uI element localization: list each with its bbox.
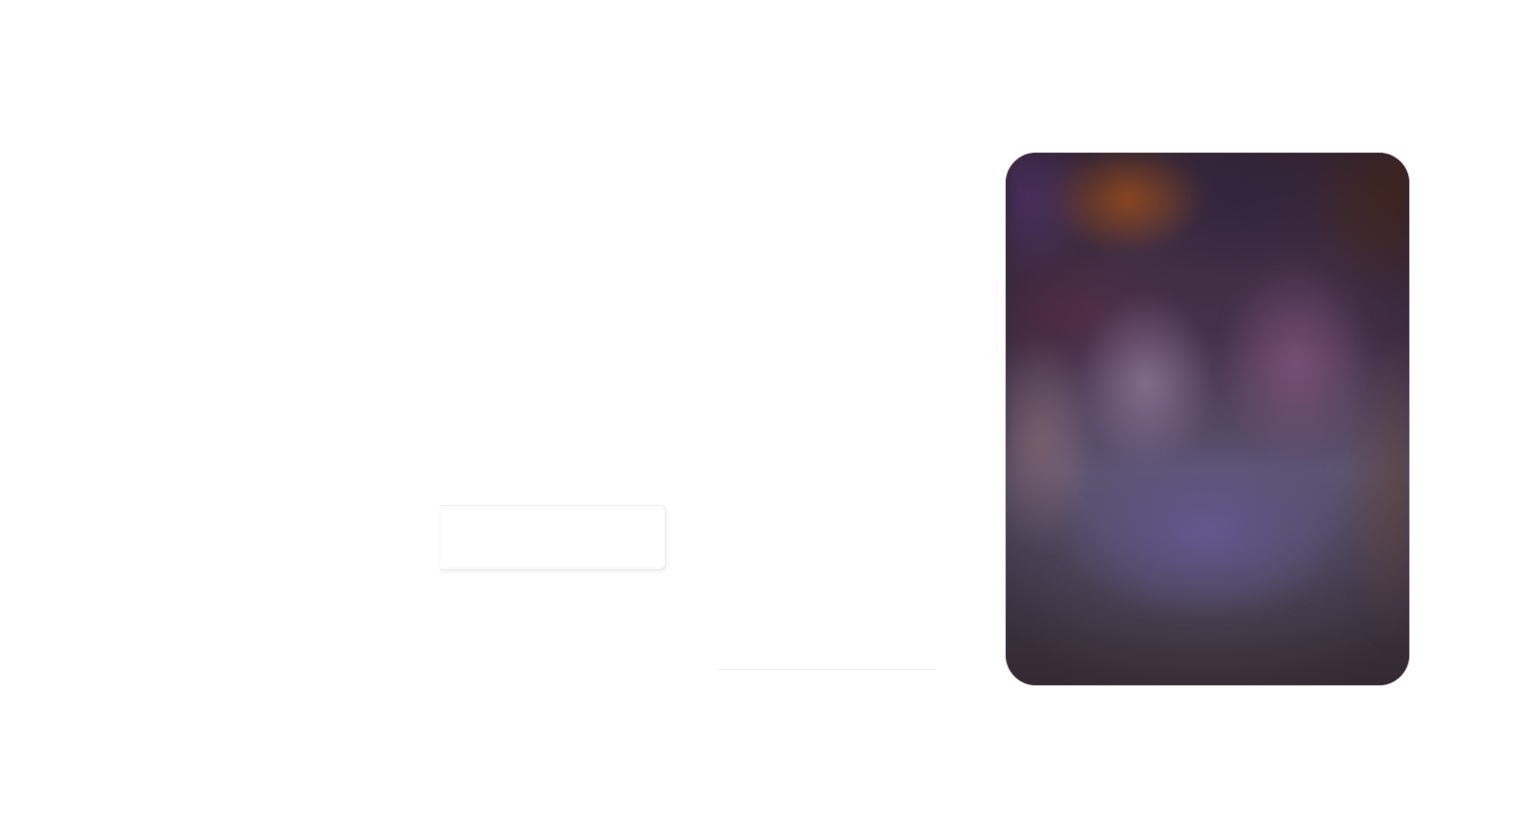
- hero-image: [1006, 153, 1409, 685]
- divider: [718, 669, 936, 670]
- page: [0, 0, 1536, 838]
- hero-image-vignette: [1006, 153, 1409, 685]
- action-button[interactable]: [440, 505, 666, 570]
